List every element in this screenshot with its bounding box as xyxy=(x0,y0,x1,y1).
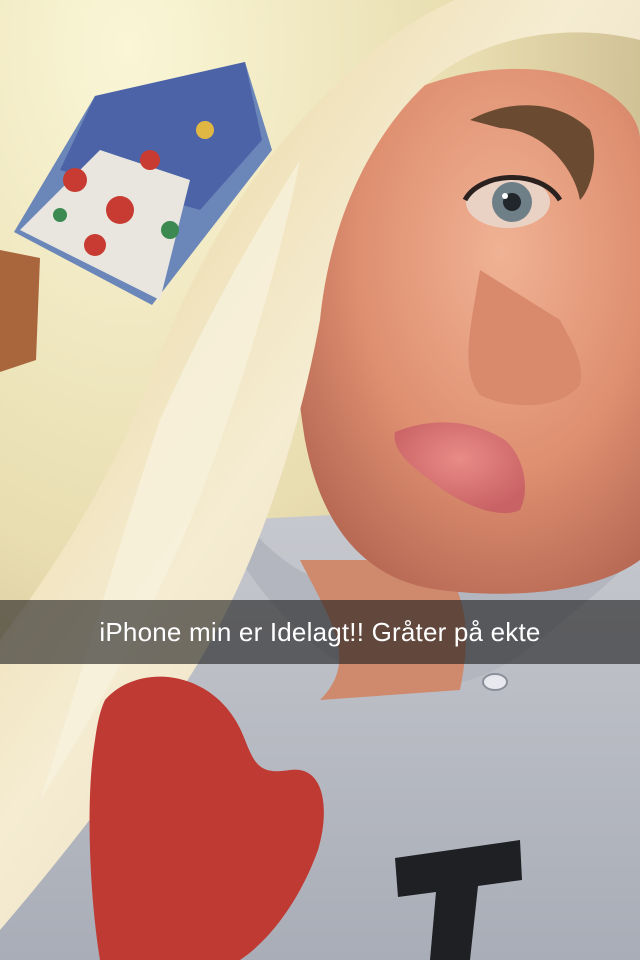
drawstring-grommet xyxy=(482,673,508,691)
snap-caption-text: iPhone min er Idelagt!! Gråter på ekte xyxy=(99,616,541,647)
selfie-photo xyxy=(0,0,640,960)
door-frame xyxy=(0,250,40,372)
snap-photo: iPhone min er Idelagt!! Gråter på ekte xyxy=(0,0,640,960)
snap-caption-bar: iPhone min er Idelagt!! Gråter på ekte xyxy=(0,600,640,664)
